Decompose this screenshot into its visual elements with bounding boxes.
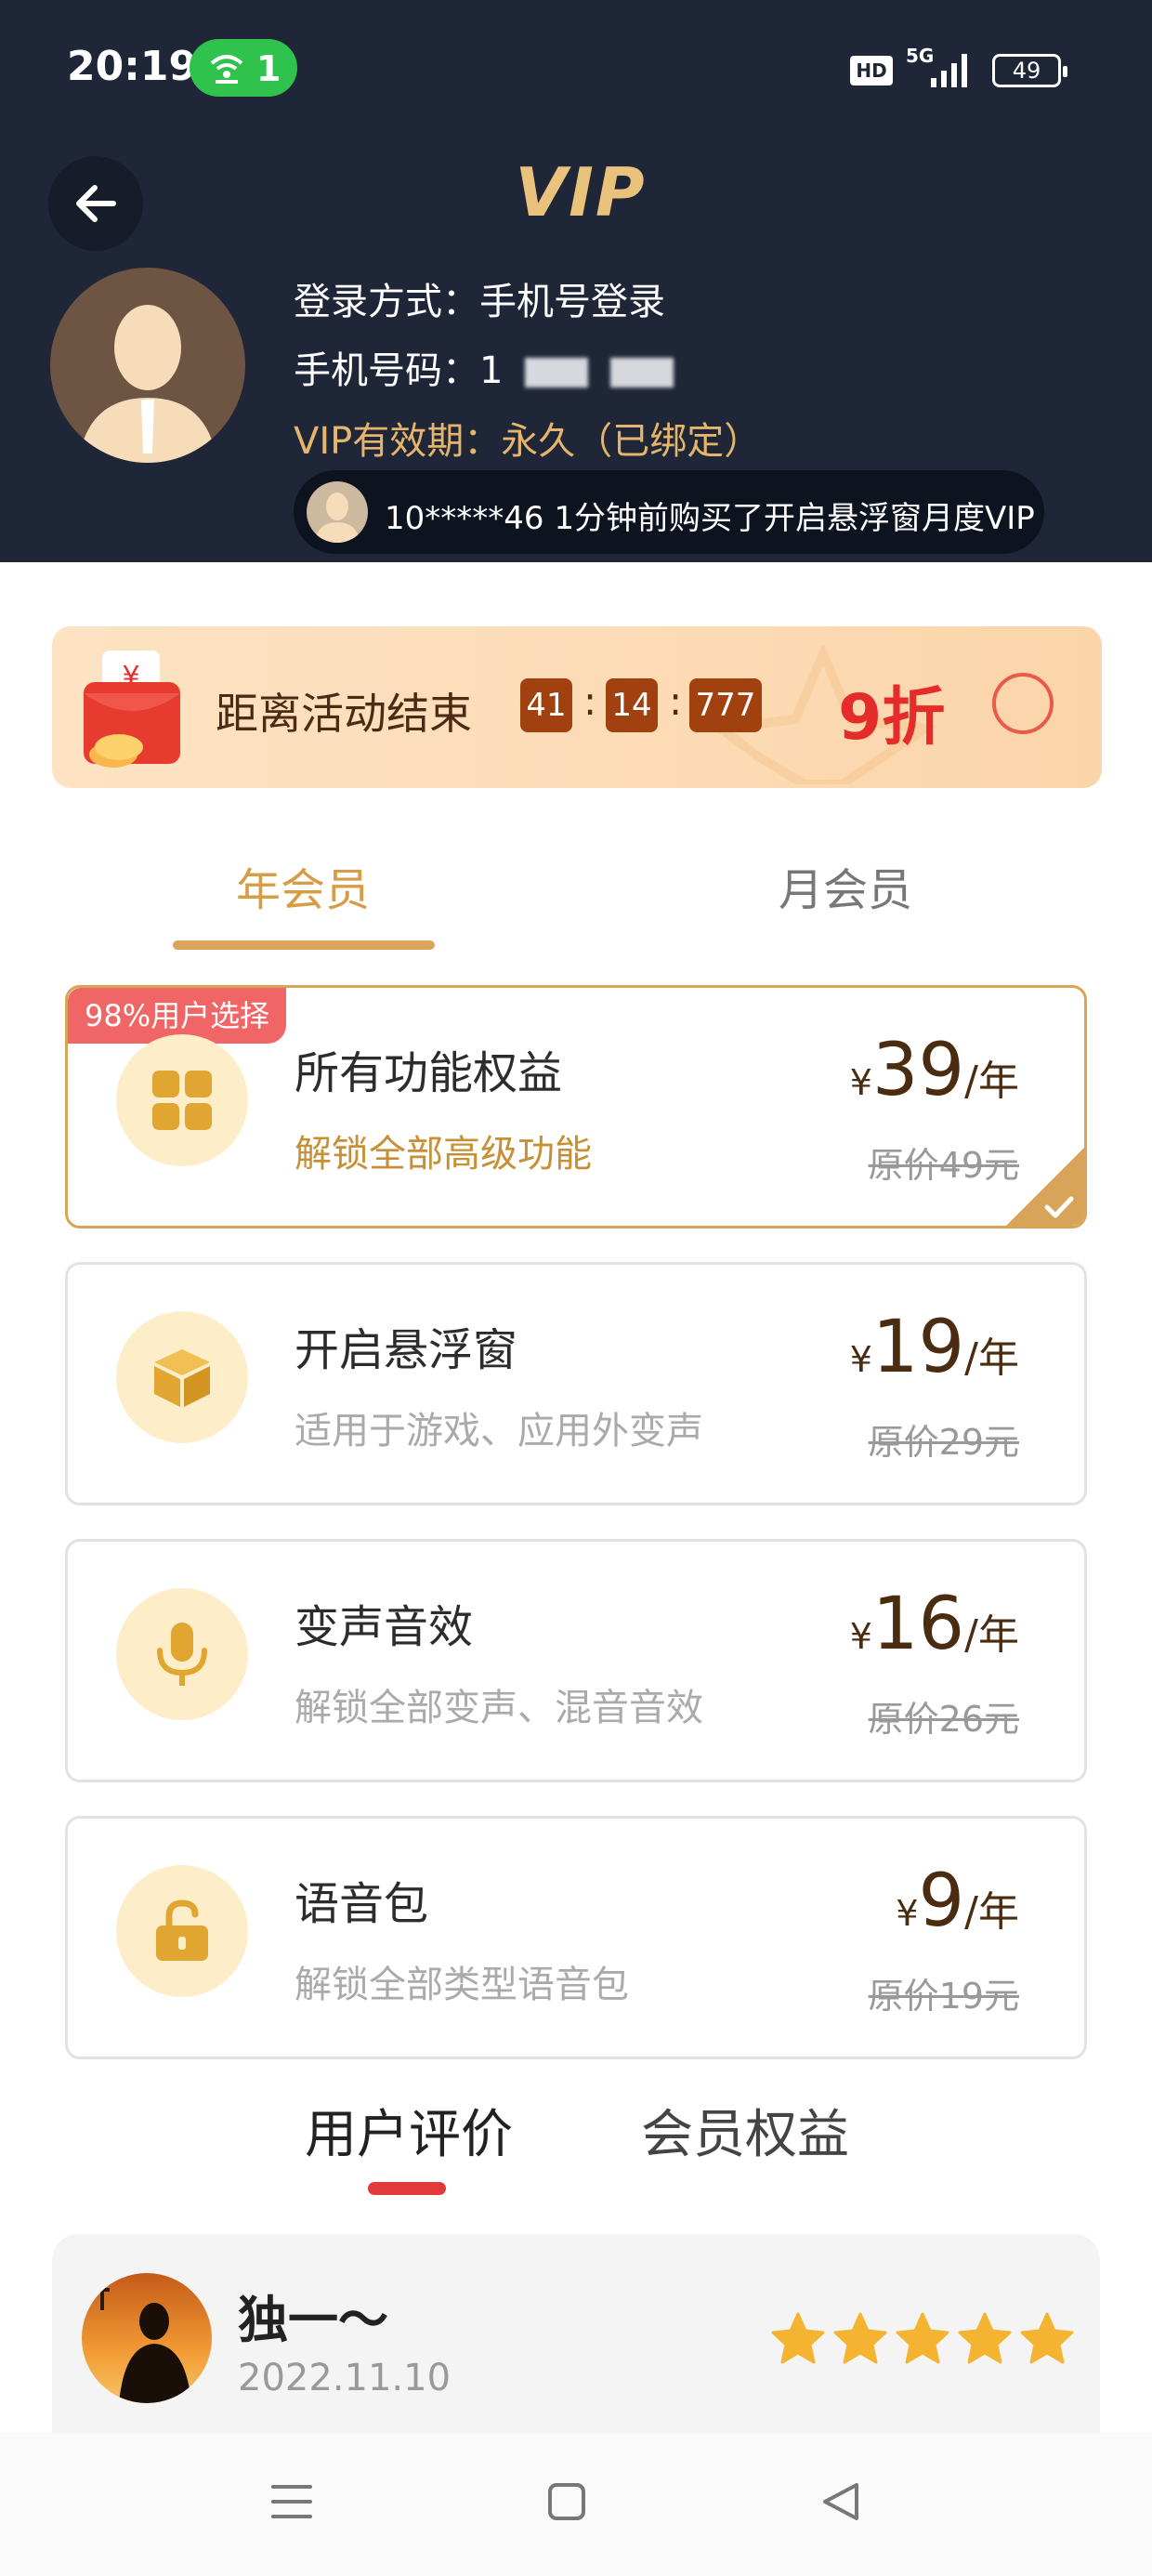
plan-icon bbox=[116, 1588, 248, 1720]
reviewer-name: 独一～ bbox=[238, 2291, 388, 2349]
price-unit: /年 bbox=[964, 1058, 1019, 1105]
vip-validity-value: 永久（已绑定） bbox=[501, 420, 762, 463]
plan-subtitle: 解锁全部类型语音包 bbox=[295, 1964, 629, 2006]
home-square-icon[interactable] bbox=[546, 2479, 587, 2524]
hotspot-indicator: 1 bbox=[190, 39, 297, 97]
tab-yearly[interactable]: 年会员 bbox=[236, 853, 370, 918]
star-icon bbox=[1020, 2312, 1074, 2368]
original-price: 原价26元 bbox=[868, 1699, 1019, 1740]
signal-icon bbox=[931, 54, 967, 87]
star-icon bbox=[896, 2312, 949, 2368]
star-icon bbox=[771, 2312, 825, 2368]
star-icon bbox=[833, 2312, 887, 2368]
phone-mask bbox=[525, 358, 589, 388]
plan-subtitle: 适用于游戏、应用外变声 bbox=[295, 1410, 703, 1452]
countdown-minutes: 14 bbox=[606, 678, 658, 732]
original-price: 原价49元 bbox=[868, 1145, 1019, 1186]
phone-label: 手机号码：1 bbox=[294, 349, 504, 392]
box-icon bbox=[154, 1349, 210, 1407]
countdown-millis: 777 bbox=[689, 678, 762, 732]
silhouette-icon bbox=[95, 2280, 191, 2403]
original-price: 原价29元 bbox=[868, 1422, 1019, 1463]
back-triangle-icon[interactable] bbox=[819, 2479, 862, 2524]
ticker-text: 10*****46 1分钟前购买了开启悬浮窗月度VIP bbox=[385, 500, 1035, 537]
price-unit: /年 bbox=[964, 1888, 1019, 1936]
plan-icon bbox=[116, 1034, 248, 1166]
page-title: VIP bbox=[515, 153, 647, 231]
tab-active-indicator bbox=[173, 940, 435, 950]
price-value: 19 bbox=[871, 1306, 965, 1389]
status-time: 20:19 bbox=[67, 43, 198, 90]
star-icon bbox=[958, 2312, 1012, 2368]
hotspot-count: 1 bbox=[256, 48, 281, 89]
ticker-avatar bbox=[307, 481, 368, 543]
plan-card-voice-effects[interactable]: 变声音效 解锁全部变声、混音音效 ¥16/年 原价26元 bbox=[65, 1539, 1087, 1782]
plan-card-floating-window[interactable]: 开启悬浮窗 适用于游戏、应用外变声 ¥19/年 原价29元 bbox=[65, 1262, 1087, 1505]
currency-symbol: ¥ bbox=[896, 1893, 919, 1934]
tab-user-reviews[interactable]: 用户评价 bbox=[305, 2093, 513, 2168]
battery-icon: 49 bbox=[992, 54, 1067, 87]
check-icon bbox=[1044, 1196, 1074, 1218]
status-bar: 20:19 1 HD 5G 49 bbox=[0, 0, 1152, 139]
microphone-icon bbox=[157, 1623, 207, 1686]
tab-member-benefits[interactable]: 会员权益 bbox=[641, 2093, 849, 2168]
currency-symbol: ¥ bbox=[849, 1062, 872, 1103]
countdown-separator: : bbox=[669, 678, 683, 724]
back-button[interactable] bbox=[48, 156, 143, 251]
price-unit: /年 bbox=[964, 1334, 1019, 1382]
review-card: 独一～ 2022.11.10 bbox=[52, 2234, 1100, 2438]
promo-countdown-banner[interactable]: ¥ 距离活动结束 41 : 14 : 777 9折 bbox=[52, 626, 1102, 788]
price-unit: /年 bbox=[964, 1611, 1019, 1659]
plan-price: ¥39/年 bbox=[850, 1029, 1019, 1112]
red-envelope-icon: ¥ bbox=[84, 651, 180, 768]
login-method: 登录方式：手机号登录 bbox=[294, 281, 665, 323]
price-value: 39 bbox=[871, 1029, 965, 1112]
plan-card-all-features[interactable]: 98%用户选择 所有功能权益 解锁全部高级功能 ¥39/年 原价49元 bbox=[65, 985, 1087, 1229]
vip-validity: VIP有效期：永久（已绑定） bbox=[294, 411, 761, 465]
plan-icon bbox=[116, 1865, 248, 1997]
plan-title: 所有功能权益 bbox=[295, 1047, 563, 1099]
plan-price: ¥19/年 bbox=[850, 1306, 1019, 1389]
review-rating bbox=[767, 2312, 1074, 2368]
plan-title: 变声音效 bbox=[295, 1601, 474, 1653]
system-navigation-bar bbox=[0, 2433, 1152, 2576]
grid-icon bbox=[152, 1071, 212, 1130]
purchase-ticker: 10*****46 1分钟前购买了开启悬浮窗月度VIP bbox=[294, 470, 1044, 554]
phone-number: 手机号码：1 bbox=[294, 340, 674, 394]
plan-price: ¥16/年 bbox=[850, 1583, 1019, 1666]
vip-validity-label: VIP有效期： bbox=[294, 420, 502, 463]
discount-label: 9折 bbox=[838, 681, 946, 755]
phone-mask bbox=[610, 358, 674, 388]
tab-monthly[interactable]: 月会员 bbox=[779, 853, 912, 918]
review-date: 2022.11.10 bbox=[238, 2357, 452, 2399]
countdown-separator: : bbox=[583, 678, 597, 724]
plan-icon bbox=[116, 1311, 248, 1443]
unlock-icon bbox=[156, 1899, 208, 1961]
plan-subtitle: 解锁全部高级功能 bbox=[295, 1133, 592, 1176]
currency-symbol: ¥ bbox=[849, 1339, 872, 1380]
price-value: 9 bbox=[918, 1860, 965, 1943]
avatar[interactable] bbox=[50, 268, 245, 463]
hd-badge: HD bbox=[850, 56, 893, 85]
vip-header: 20:19 1 HD 5G 49 VIP 登录方式：手机号登录 手机号码：1 V… bbox=[0, 0, 1152, 562]
hotspot-icon bbox=[210, 55, 243, 84]
plan-card-voice-pack[interactable]: 语音包 解锁全部类型语音包 ¥9/年 原价19元 bbox=[65, 1816, 1087, 2059]
reviewer-avatar bbox=[82, 2273, 212, 2403]
price-value: 16 bbox=[871, 1583, 965, 1666]
countdown-label: 距离活动结束 bbox=[216, 689, 472, 739]
plan-price: ¥9/年 bbox=[896, 1860, 1019, 1943]
countdown-hours: 41 bbox=[520, 678, 572, 732]
user-silhouette-icon bbox=[314, 493, 360, 543]
plan-title: 语音包 bbox=[295, 1878, 429, 1930]
user-silhouette-icon bbox=[78, 305, 217, 463]
plan-subtitle: 解锁全部变声、混音音效 bbox=[295, 1687, 703, 1729]
section-tab-indicator bbox=[368, 2182, 446, 2195]
currency-symbol: ¥ bbox=[849, 1616, 872, 1657]
plan-title: 开启悬浮窗 bbox=[295, 1324, 518, 1376]
arrow-left-icon bbox=[76, 185, 116, 222]
original-price: 原价19元 bbox=[868, 1976, 1019, 2017]
promo-radio[interactable] bbox=[992, 673, 1054, 734]
menu-icon[interactable] bbox=[269, 2479, 314, 2524]
